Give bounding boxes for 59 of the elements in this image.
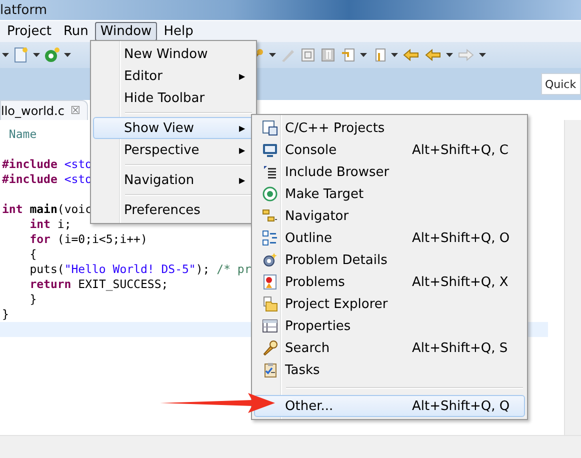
code-line: return EXIT_SUCCESS; bbox=[28, 277, 170, 292]
horizontal-scrollbar[interactable] bbox=[0, 435, 581, 458]
code-line: int i; bbox=[28, 217, 72, 232]
menu-item[interactable]: Editor ▶ bbox=[93, 65, 254, 87]
dropdown-caret-icon[interactable] bbox=[391, 53, 398, 57]
dropdown-caret-icon[interactable] bbox=[64, 53, 71, 57]
outline-icon bbox=[262, 230, 278, 246]
menu-item[interactable]: Other... Alt+Shift+Q, Q bbox=[254, 395, 525, 417]
code-line: Name bbox=[8, 127, 38, 142]
menu-item[interactable]: Problem Details bbox=[254, 249, 525, 271]
code-line: } bbox=[1, 307, 10, 322]
block-icon[interactable] bbox=[300, 47, 316, 63]
folder-icon bbox=[262, 296, 278, 312]
code-line: { bbox=[28, 247, 38, 262]
menu-item[interactable]: C/C++ Projects bbox=[254, 117, 525, 139]
menu-item[interactable]: Console Alt+Shift+Q, C bbox=[254, 139, 525, 161]
list-icon bbox=[262, 164, 278, 180]
monitor-icon bbox=[262, 142, 278, 158]
code-line: } bbox=[28, 292, 38, 307]
menu-item[interactable]: Properties bbox=[254, 315, 525, 337]
menu-item[interactable]: Problems Alt+Shift+Q, X bbox=[254, 271, 525, 293]
code-line: int main(voic bbox=[1, 202, 94, 217]
menu-item[interactable]: Search Alt+Shift+Q, S bbox=[254, 337, 525, 359]
problems-icon bbox=[262, 274, 278, 290]
close-icon[interactable]: ☒ bbox=[70, 104, 80, 117]
gear-icon bbox=[262, 252, 278, 268]
menu-item[interactable]: Show View ▶ bbox=[93, 117, 254, 139]
menu-item[interactable]: Make Target bbox=[254, 183, 525, 205]
menu-item[interactable]: Include Browser bbox=[254, 161, 525, 183]
menu-title[interactable]: Project bbox=[2, 22, 56, 41]
window-title: latform bbox=[0, 2, 47, 18]
menu-item[interactable]: Outline Alt+Shift+Q, O bbox=[254, 227, 525, 249]
dropdown-caret-icon[interactable] bbox=[479, 53, 486, 57]
menu-item[interactable]: Hide Toolbar bbox=[93, 87, 254, 109]
dropdown-caret-icon[interactable] bbox=[2, 53, 9, 57]
dropdown-caret-icon[interactable] bbox=[446, 53, 453, 57]
menu-item[interactable]: Perspective ▶ bbox=[93, 139, 254, 161]
code-line: puts("Hello World! DS-5"); /* pr bbox=[28, 262, 252, 277]
menu-item[interactable]: Navigator bbox=[254, 205, 525, 227]
code-line: for (i=0;i<5;i++) bbox=[28, 232, 148, 247]
menu-title[interactable]: Help bbox=[158, 22, 198, 41]
folder-tree-icon bbox=[262, 208, 278, 224]
clipboard-icon bbox=[262, 362, 278, 378]
properties-icon bbox=[262, 318, 278, 334]
menu-title[interactable]: Window bbox=[95, 22, 157, 41]
pilcrow-icon[interactable] bbox=[320, 47, 336, 63]
quick-access-field[interactable]: Quick bbox=[541, 73, 581, 95]
menu-item[interactable]: Project Explorer bbox=[254, 293, 525, 315]
dropdown-caret-icon[interactable] bbox=[360, 53, 367, 57]
dropdown-caret-icon[interactable] bbox=[33, 53, 40, 57]
menu-item[interactable]: Navigation ▶ bbox=[93, 169, 254, 191]
menu-item[interactable]: Tasks bbox=[254, 359, 525, 381]
tab-label: llo_world.c bbox=[1, 104, 64, 118]
editor-tab[interactable]: llo_world.c ☒ bbox=[0, 100, 88, 120]
menu-item[interactable]: Preferences bbox=[93, 199, 254, 221]
target-icon bbox=[262, 186, 278, 202]
menu-title[interactable]: Run bbox=[58, 22, 94, 41]
dropdown-caret-icon[interactable] bbox=[269, 53, 276, 57]
vertical-scrollbar[interactable] bbox=[564, 120, 581, 435]
